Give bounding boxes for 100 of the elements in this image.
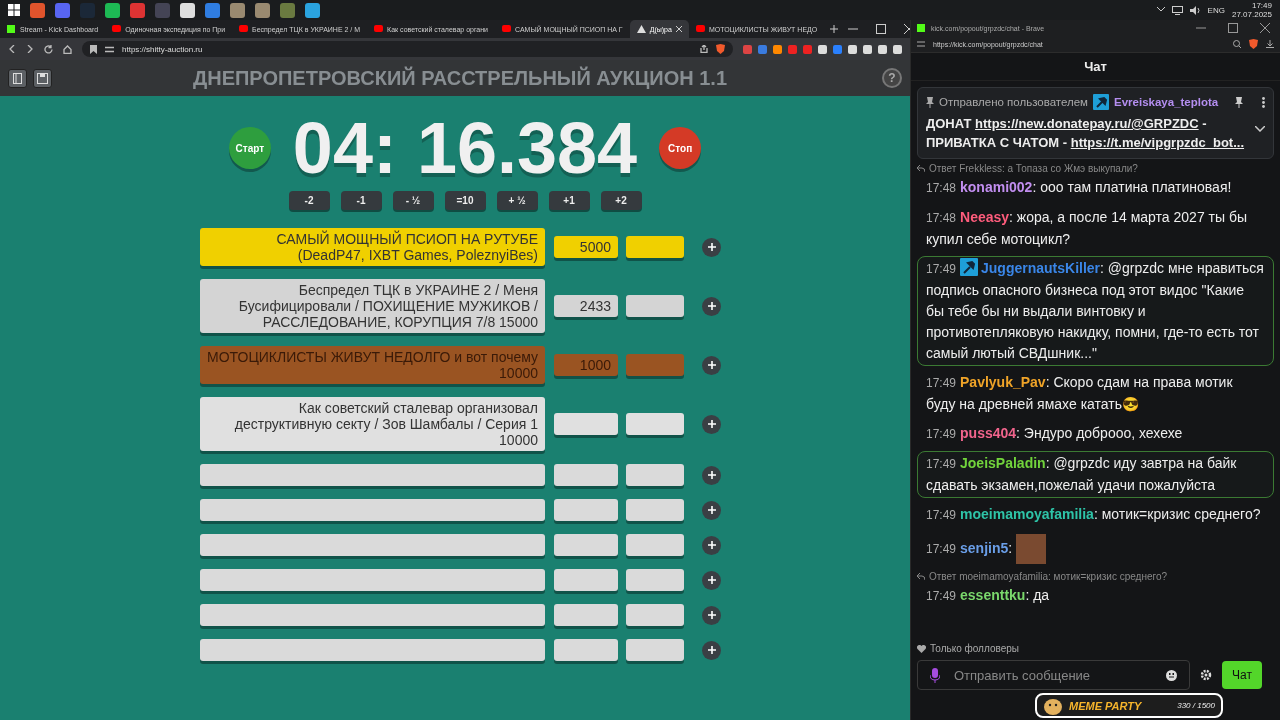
add-button[interactable] [702,535,721,555]
sliders-icon[interactable] [105,45,114,53]
download-icon[interactable] [1266,40,1274,48]
language-indicator[interactable]: ENG [1207,5,1225,15]
lot-name-field[interactable] [200,569,545,591]
pin-icon[interactable] [1235,96,1243,108]
four-squares-icon[interactable] [8,4,20,16]
app-icon[interactable] [105,2,120,18]
forward-icon[interactable] [26,45,34,53]
plus-icon [707,471,716,479]
amount-field[interactable]: 2433 [554,295,618,317]
message-link[interactable]: https://t.me/vipgrpzdc_bot... [1070,135,1245,150]
plus-icon [707,506,716,514]
monitor-icon[interactable] [1171,5,1183,15]
bookmark-icon[interactable] [90,44,97,54]
speaker-icon[interactable] [1189,5,1201,15]
message-input[interactable]: Отправить сообщение [952,666,1154,684]
more-icon[interactable] [1262,96,1265,108]
plus-icon[interactable] [830,25,839,33]
bid-field[interactable] [626,295,684,317]
reply-icon [917,573,925,580]
smiley-icon[interactable] [1166,669,1177,681]
favicon-icon [502,25,511,33]
amount-field[interactable] [554,604,618,626]
add-button[interactable] [702,296,721,316]
save-button[interactable] [33,68,52,88]
lot-name-field[interactable] [200,534,545,556]
username[interactable]: Evreiskaya_teplota [1114,96,1219,108]
time-adjust-button[interactable]: + ½ [496,191,538,210]
time-adjust-button[interactable]: - ½ [392,191,434,210]
favicon-icon [239,25,249,33]
app-icon[interactable] [255,2,270,18]
time-adjust-button[interactable]: =10 [444,191,486,210]
add-button[interactable] [702,640,721,660]
chevron-icon[interactable] [1255,126,1265,132]
bid-field[interactable] [626,413,684,435]
add-button[interactable] [702,570,721,590]
bid-field[interactable] [626,236,684,258]
bid-field[interactable] [626,464,684,486]
add-button[interactable] [702,465,721,485]
lot-name-field[interactable]: Как советский сталевар организовал деструктивную секту / Зов Шамбалы / Серия 1 10000 [200,397,545,451]
amount-field[interactable] [554,464,618,486]
chat-message: 17:49 senjin5: [926,534,1265,564]
maximize-icon[interactable] [1228,23,1238,33]
dog-icon [1043,696,1063,715]
app-icon[interactable] [230,2,245,18]
amount-field[interactable] [554,534,618,556]
bid-field[interactable] [626,604,684,626]
reload-icon[interactable] [44,44,53,54]
back-icon[interactable] [8,45,16,53]
sidebar-toggle-button[interactable] [8,68,27,88]
lot-name-field[interactable] [200,604,545,626]
add-button[interactable] [702,355,721,375]
bid-field[interactable] [626,639,684,661]
time-adjust-button[interactable]: -2 [288,191,330,210]
add-button[interactable] [702,414,721,434]
microphone-icon[interactable] [930,667,940,683]
home-icon[interactable] [63,44,72,54]
help-button[interactable]: ? [882,68,902,88]
time-adjust-button[interactable]: +1 [548,191,590,210]
sliders-icon[interactable] [917,41,925,47]
bid-field[interactable] [626,499,684,521]
lot-name-field[interactable] [200,464,545,486]
plus-icon [707,611,716,619]
username[interactable]: JoeisPaladin [960,455,1046,471]
time-adjust-button[interactable]: +2 [600,191,642,210]
plus-icon [707,646,716,654]
message-composer[interactable]: Отправить сообщение [917,660,1190,690]
maximize-icon[interactable] [876,24,887,34]
clock-time: 17:49 [1251,1,1272,10]
lot-name-field[interactable]: Беспредел ТЦК в УКРАИНЕ 2 / Меня Бусифицировали / ПОХИЩЕНИЕ МУЖИКОВ / РАССЛЕДОВАНИЕ, КОРУПЦИЯ 7/8 15000 [200,279,545,333]
gear-icon[interactable] [1200,669,1212,681]
send-button[interactable]: Чат [1222,661,1262,689]
chat-message: 17:49 moeimamoyafamilia: мотик=кризис среднего? [926,505,1262,524]
amount-field[interactable] [554,639,618,661]
add-button[interactable] [702,605,721,625]
username[interactable]: Pavlyuk_Pav [960,374,1046,390]
plus-icon [707,576,716,584]
app-icon[interactable] [305,2,320,18]
bid-field[interactable] [626,569,684,591]
zoom-icon[interactable] [1233,40,1241,48]
bid-field[interactable] [626,354,684,376]
app-icon[interactable] [180,2,195,18]
floppy-icon [37,72,48,84]
stop-button[interactable]: Стоп [659,127,702,169]
time-adjust-button[interactable]: -1 [340,191,382,210]
share-icon[interactable] [700,45,708,53]
bid-field[interactable] [626,534,684,556]
lot-name-field[interactable] [200,639,545,661]
add-button[interactable] [702,237,721,257]
amount-field[interactable] [554,569,618,591]
username[interactable]: moeimamoyafamilia [960,506,1094,522]
add-button[interactable] [702,500,721,520]
chevron-icon[interactable] [1156,7,1165,13]
lot-name-field[interactable]: САМЫЙ МОЩНЫЙ ПСИОП НА РУТУБЕ (DeadP47, IXBT Games, PoleznyiBes) [200,228,545,266]
amount-field[interactable] [554,413,618,435]
amount-field[interactable] [554,499,618,521]
lot-name-field[interactable] [200,499,545,521]
message-link[interactable]: https://new.donatepay.ru/@GRPZDC [975,116,1199,131]
amount-field[interactable]: 5000 [554,236,618,258]
